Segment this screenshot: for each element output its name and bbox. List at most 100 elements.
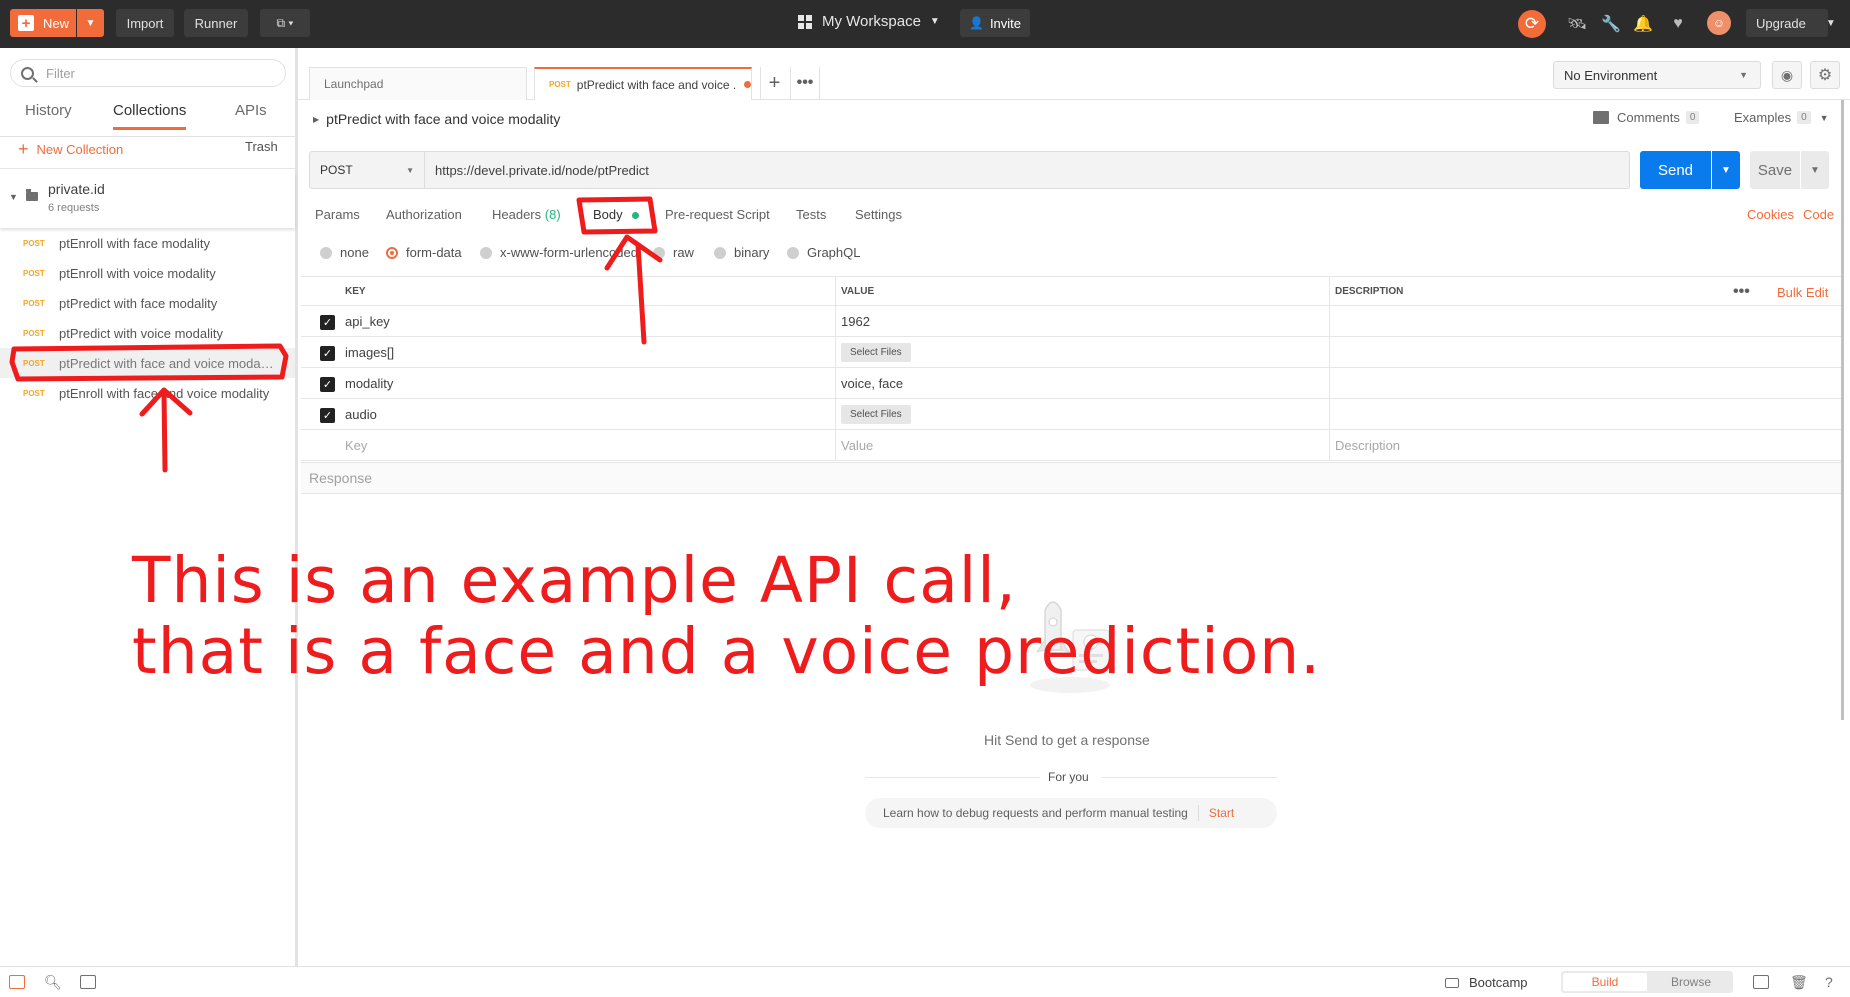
more-tabs-button[interactable]: ••• — [790, 67, 820, 99]
examples-count: 0 — [1797, 111, 1811, 124]
tab-prerequest-script[interactable]: Pre-request Script — [665, 207, 770, 222]
new-dropdown-button[interactable]: ▼ — [77, 9, 104, 37]
tab-settings[interactable]: Settings — [855, 207, 902, 222]
filter-input[interactable]: Filter — [10, 59, 286, 87]
value-cell: Select Files — [841, 337, 911, 367]
start-link[interactable]: Start — [1209, 806, 1234, 820]
tab-history[interactable]: History — [25, 102, 72, 127]
tab-headers[interactable]: Headers (8) — [492, 207, 561, 222]
tab-active-request[interactable]: POST ptPredict with face and voice ... — [534, 67, 752, 100]
bootcamp-button[interactable]: Bootcamp — [1445, 975, 1528, 990]
send-button[interactable]: Send — [1640, 151, 1711, 189]
add-tab-button[interactable]: + — [760, 67, 788, 99]
tab-body-label: Body — [593, 207, 623, 222]
sidebar-toggle-icon[interactable] — [9, 975, 25, 989]
scrollbar[interactable] — [1841, 100, 1844, 720]
list-item[interactable]: POST ptEnroll with voice modality — [0, 258, 295, 288]
list-item-selected[interactable]: POST ptPredict with face and voice modal… — [0, 348, 295, 378]
value-cell[interactable]: 1962 — [841, 306, 870, 336]
send-dropdown-button[interactable]: ▼ — [1712, 151, 1740, 189]
checkbox-checked-icon[interactable]: ✓ — [320, 377, 335, 392]
list-item[interactable]: POST ptEnroll with face and voice modali… — [0, 378, 295, 408]
comments-button[interactable]: Comments 0 — [1593, 110, 1700, 125]
import-button[interactable]: Import — [116, 9, 174, 37]
browse-tab[interactable]: Browse — [1649, 973, 1733, 991]
list-item[interactable]: POST ptPredict with voice modality — [0, 318, 295, 348]
tab-apis[interactable]: APIs — [235, 102, 267, 127]
description-input[interactable]: Description — [1335, 430, 1400, 460]
collection-item[interactable]: ▼ private.id 6 requests — [0, 172, 295, 228]
key-cell[interactable]: images[] — [345, 337, 394, 367]
build-tab[interactable]: Build — [1563, 973, 1647, 991]
body-type-graphql[interactable]: GraphQL — [787, 245, 860, 260]
key-input[interactable]: Key — [345, 430, 367, 460]
list-item[interactable]: POST ptPredict with face modality — [0, 288, 295, 318]
body-type-label: raw — [673, 245, 694, 260]
select-files-button[interactable]: Select Files — [841, 342, 911, 362]
for-you-label: For you — [1048, 770, 1089, 784]
save-dropdown-button[interactable]: ▼ — [1801, 151, 1829, 189]
new-collection-button[interactable]: + New Collection — [18, 139, 123, 160]
body-type-binary[interactable]: binary — [714, 245, 769, 260]
response-header[interactable]: Response — [301, 462, 1841, 494]
trash-link[interactable]: Trash — [245, 139, 278, 154]
avatar[interactable]: ☺ — [1707, 11, 1731, 35]
tab-params[interactable]: Params — [315, 207, 360, 222]
satellite-icon[interactable]: 🛰 — [1566, 13, 1588, 35]
value-input[interactable]: Value — [841, 430, 873, 460]
bulk-edit-link[interactable]: Bulk Edit — [1777, 277, 1828, 307]
body-type-raw[interactable]: raw — [653, 245, 694, 260]
learn-card: Learn how to debug requests and perform … — [865, 798, 1277, 828]
help-icon[interactable]: ? — [1825, 974, 1833, 990]
tab-collections[interactable]: Collections — [113, 102, 187, 130]
list-item[interactable]: POST ptEnroll with face modality — [0, 228, 295, 258]
key-cell[interactable]: api_key — [345, 306, 390, 336]
tab-tests[interactable]: Tests — [796, 207, 826, 222]
trash-icon[interactable]: 🗑︎ — [1790, 974, 1808, 991]
workspace-selector[interactable]: My Workspace ▼ — [798, 13, 940, 30]
sync-icon[interactable]: ⟳ — [1518, 10, 1546, 38]
body-type-form-data[interactable]: form-data — [386, 245, 462, 260]
body-type-urlencoded[interactable]: x-www-form-urlencoded — [480, 245, 638, 260]
environment-quick-look-button[interactable]: ◉ — [1772, 61, 1802, 89]
examples-dropdown[interactable]: Examples 0 ▼ — [1734, 110, 1829, 125]
method-badge: POST — [23, 268, 45, 278]
more-options-icon[interactable]: ••• — [1733, 277, 1750, 307]
cookies-link[interactable]: Cookies — [1747, 207, 1794, 222]
runner-button[interactable]: Runner — [184, 9, 248, 37]
body-type-none[interactable]: none — [320, 245, 369, 260]
url-input[interactable]: https://devel.private.id/node/ptPredict — [435, 152, 649, 188]
key-cell[interactable]: modality — [345, 368, 393, 398]
save-button[interactable]: Save — [1750, 151, 1800, 189]
checkbox-checked-icon[interactable]: ✓ — [320, 408, 335, 423]
code-link[interactable]: Code — [1803, 207, 1834, 222]
bootcamp-label: Bootcamp — [1469, 975, 1528, 990]
upgrade-button[interactable]: Upgrade ▼ — [1746, 9, 1836, 37]
two-pane-icon[interactable] — [1753, 975, 1769, 989]
environment-select[interactable]: No Environment ▼ — [1553, 61, 1761, 89]
invite-button[interactable]: 👤 Invite — [960, 9, 1030, 37]
checkbox-checked-icon[interactable]: ✓ — [320, 315, 335, 330]
select-files-button[interactable]: Select Files — [841, 404, 911, 424]
tab-launchpad[interactable]: Launchpad — [309, 67, 527, 100]
chevron-down-icon: ▼ — [929, 16, 940, 27]
key-cell[interactable]: audio — [345, 399, 377, 429]
value-cell[interactable]: voice, face — [841, 368, 903, 398]
search-icon[interactable]: 🔍︎ — [44, 974, 62, 991]
new-button[interactable]: + New — [10, 9, 76, 37]
tab-authorization[interactable]: Authorization — [386, 207, 462, 222]
column-header-key: KEY — [345, 285, 366, 297]
new-window-button[interactable]: ⧉ ▾ — [260, 9, 310, 37]
method-select[interactable]: POST ▼ — [310, 152, 425, 188]
wrench-icon[interactable]: 🔧 — [1600, 13, 1622, 35]
new-button-label: New — [43, 15, 70, 31]
console-icon[interactable] — [80, 975, 96, 989]
tab-body[interactable]: Body — [593, 207, 640, 222]
manage-environments-button[interactable]: ⚙ — [1810, 61, 1840, 89]
request-title[interactable]: ▶ ptPredict with face and voice modality — [313, 111, 560, 127]
annotation-text: This is an example API call, that is a f… — [132, 545, 1321, 687]
bell-icon[interactable]: 🔔 — [1632, 13, 1654, 35]
caret-down-icon[interactable]: ▼ — [9, 192, 18, 202]
heart-icon[interactable]: ♥ — [1667, 13, 1689, 35]
checkbox-checked-icon[interactable]: ✓ — [320, 346, 335, 361]
